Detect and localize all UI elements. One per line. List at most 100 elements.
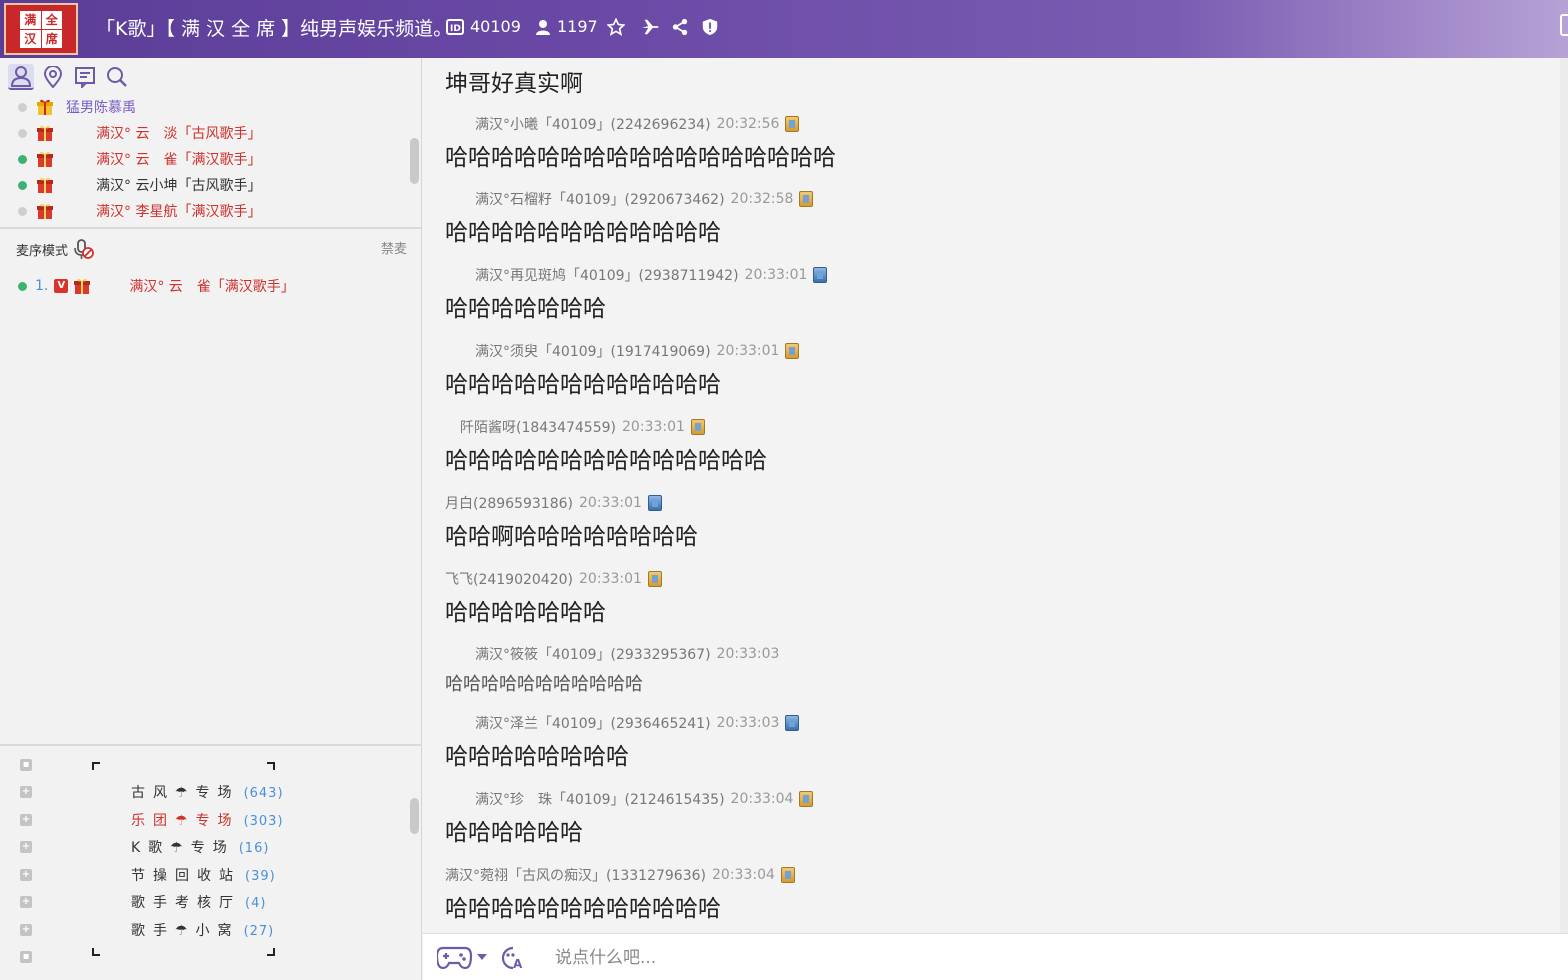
message-meta: 满汉°石榴籽「40109」(2920673462) 20:32:58 bbox=[445, 189, 814, 209]
message-sender[interactable]: 满汉°泽兰「40109」(2936465241) bbox=[475, 713, 711, 733]
message-time: 20:33:03 bbox=[716, 646, 780, 662]
gift-icon bbox=[37, 125, 53, 141]
vip-badge: V bbox=[54, 279, 69, 293]
room-row[interactable]: + 节操回收站 (39) bbox=[0, 862, 410, 888]
message-sender[interactable]: 满汉°小曦「40109」(2242696234) bbox=[475, 114, 711, 134]
plane-icon[interactable] bbox=[640, 17, 660, 37]
channel-id-stat: ID 40109 bbox=[446, 17, 521, 36]
gamepad-icon[interactable] bbox=[437, 944, 491, 970]
queue-index: 1. bbox=[35, 278, 49, 294]
user-row[interactable]: 满汉° 云 雀「满汉歌手」 bbox=[0, 146, 410, 172]
chat-message: 飞飞(2419020420) 20:33:01 哈哈哈哈哈哈哈 bbox=[445, 569, 662, 627]
message-sender[interactable]: 满汉°菀祤「古风の痴汉」(1331279636) bbox=[445, 865, 706, 885]
input-bar: A bbox=[423, 933, 1568, 980]
chat-message: 月白(2896593186) 20:33:01 哈哈啊哈哈哈哈哈哈哈哈 bbox=[445, 493, 698, 551]
message-meta: 满汉°须臾「40109」(1917419069) 20:33:01 bbox=[445, 341, 800, 361]
search-tab-icon[interactable] bbox=[104, 64, 130, 90]
message-time: 20:33:01 bbox=[716, 343, 780, 359]
message-sender[interactable]: 满汉°珍 珠「40109」(2124615435) bbox=[475, 789, 725, 809]
divider bbox=[0, 227, 422, 229]
expand-icon[interactable]: + bbox=[20, 841, 32, 853]
logo-char: 全 bbox=[41, 11, 62, 29]
room-name: K歌☂专场 (16) bbox=[131, 840, 270, 856]
chat-message: 满汉°石榴籽「40109」(2920673462) 20:32:58 哈哈哈哈哈… bbox=[445, 189, 814, 247]
user-name: 满汉° 李星航「满汉歌手」 bbox=[96, 204, 262, 220]
room-row[interactable]: + 乐团☂专场 (303) bbox=[0, 807, 410, 833]
status-dot bbox=[18, 180, 27, 190]
user-list-scrollbar[interactable] bbox=[410, 138, 419, 184]
room-name: 乐团☂专场 (303) bbox=[131, 813, 284, 829]
svg-text:A: A bbox=[513, 957, 523, 970]
message-sender[interactable]: 飞飞(2419020420) bbox=[445, 569, 573, 589]
room-name: 歌手考核厅 (4) bbox=[131, 895, 267, 911]
notice-tab-icon[interactable] bbox=[72, 64, 98, 90]
chat-scrollbar[interactable] bbox=[1560, 58, 1568, 933]
user-row[interactable]: 满汉° 云小坤「古风歌手」 bbox=[0, 172, 410, 198]
device-icon bbox=[647, 571, 662, 587]
message-text: 哈哈啊哈哈哈哈哈哈哈哈 bbox=[445, 524, 698, 550]
gift-icon bbox=[37, 203, 53, 219]
message-time: 20:33:01 bbox=[622, 419, 685, 435]
room-row[interactable]: + 古风☂专场 (643) bbox=[0, 779, 410, 805]
room-row-locked[interactable]: ▪ bbox=[0, 944, 410, 970]
chat-input[interactable] bbox=[555, 945, 1455, 971]
user-row[interactable]: 猛男陈慕禹 bbox=[0, 94, 410, 120]
message-sender[interactable]: 月白(2896593186) bbox=[445, 493, 573, 513]
message-text: 哈哈哈哈哈哈哈哈哈哈哈哈 bbox=[445, 220, 721, 246]
chat-message: 满汉°珍 珠「40109」(2124615435) 20:33:04 哈哈哈哈哈… bbox=[445, 789, 814, 847]
expand-icon[interactable]: + bbox=[20, 786, 32, 798]
status-dot bbox=[18, 102, 27, 112]
expand-icon[interactable]: + bbox=[20, 924, 32, 936]
star-icon[interactable] bbox=[606, 17, 626, 37]
message-meta: 满汉°筱筱「40109」(2933295367) 20:33:03 bbox=[445, 644, 779, 664]
share-icon[interactable] bbox=[670, 17, 690, 37]
channel-logo[interactable]: 满 全 汉 席 bbox=[4, 3, 78, 55]
message-text: 哈哈哈哈哈哈哈哈哈哈哈哈哈哈哈哈哈 bbox=[445, 145, 836, 171]
status-dot bbox=[18, 206, 27, 216]
gift-icon bbox=[37, 151, 53, 167]
expand-icon[interactable]: + bbox=[20, 896, 32, 908]
device-icon bbox=[785, 116, 800, 132]
ban-mic-button[interactable]: 禁麦 bbox=[381, 238, 407, 257]
message-time: 20:33:01 bbox=[579, 571, 642, 587]
mic-mode[interactable]: 麦序模式 bbox=[16, 238, 94, 260]
device-icon bbox=[799, 191, 814, 207]
room-name: 节操回收站 (39) bbox=[131, 868, 276, 884]
report-icon[interactable] bbox=[700, 17, 720, 37]
status-dot bbox=[18, 154, 27, 164]
room-count: (303) bbox=[243, 814, 284, 829]
mic-queue-item[interactable]: 1. V 满汉° 云 雀「满汉歌手」 bbox=[18, 276, 295, 296]
mic-muted-icon bbox=[74, 239, 94, 259]
logo-char: 席 bbox=[41, 30, 62, 48]
window-control-icon[interactable] bbox=[1560, 14, 1568, 36]
device-icon bbox=[813, 267, 828, 283]
room-row[interactable]: + K歌☂专场 (16) bbox=[0, 834, 410, 860]
user-row[interactable]: 满汉° 云 淡「古风歌手」 bbox=[0, 120, 410, 146]
gift-icon bbox=[37, 177, 53, 193]
message-meta: 阡陌酱呀(1843474559) 20:33:01 bbox=[445, 417, 767, 437]
room-name: 古风☂专场 (643) bbox=[131, 785, 284, 801]
translate-icon[interactable]: A bbox=[499, 944, 527, 970]
message-meta: 满汉°再见斑鸠「40109」(2938711942) 20:33:01 bbox=[445, 265, 828, 285]
bracket-corner bbox=[92, 762, 100, 770]
location-tab-icon[interactable] bbox=[40, 64, 66, 90]
room-row-locked[interactable]: ▪ bbox=[0, 752, 410, 778]
user-row[interactable]: 满汉° 李星航「满汉歌手」 bbox=[0, 198, 410, 224]
room-row[interactable]: + 歌手考核厅 (4) bbox=[0, 889, 410, 915]
message-sender[interactable]: 满汉°再见斑鸠「40109」(2938711942) bbox=[475, 265, 739, 285]
lock-icon: ▪ bbox=[20, 951, 32, 963]
message-sender[interactable]: 满汉°须臾「40109」(1917419069) bbox=[475, 341, 711, 361]
message-sender[interactable]: 阡陌酱呀(1843474559) bbox=[460, 417, 616, 437]
room-tree-scrollbar[interactable] bbox=[410, 798, 419, 834]
room-row[interactable]: + 歌手☂小窝 (27) bbox=[0, 917, 410, 943]
message-sender[interactable]: 满汉°石榴籽「40109」(2920673462) bbox=[475, 189, 725, 209]
expand-icon[interactable]: + bbox=[20, 869, 32, 881]
message-sender[interactable]: 满汉°筱筱「40109」(2933295367) bbox=[475, 644, 711, 664]
user-tab-icon[interactable] bbox=[8, 64, 34, 90]
status-dot bbox=[18, 128, 27, 138]
chat-message: 阡陌酱呀(1843474559) 20:33:01 哈哈哈哈哈哈哈哈哈哈哈哈哈哈 bbox=[445, 417, 767, 475]
device-icon bbox=[690, 419, 705, 435]
left-tab-bar bbox=[8, 64, 130, 90]
room-count: (643) bbox=[243, 786, 284, 801]
expand-icon[interactable]: + bbox=[20, 814, 32, 826]
